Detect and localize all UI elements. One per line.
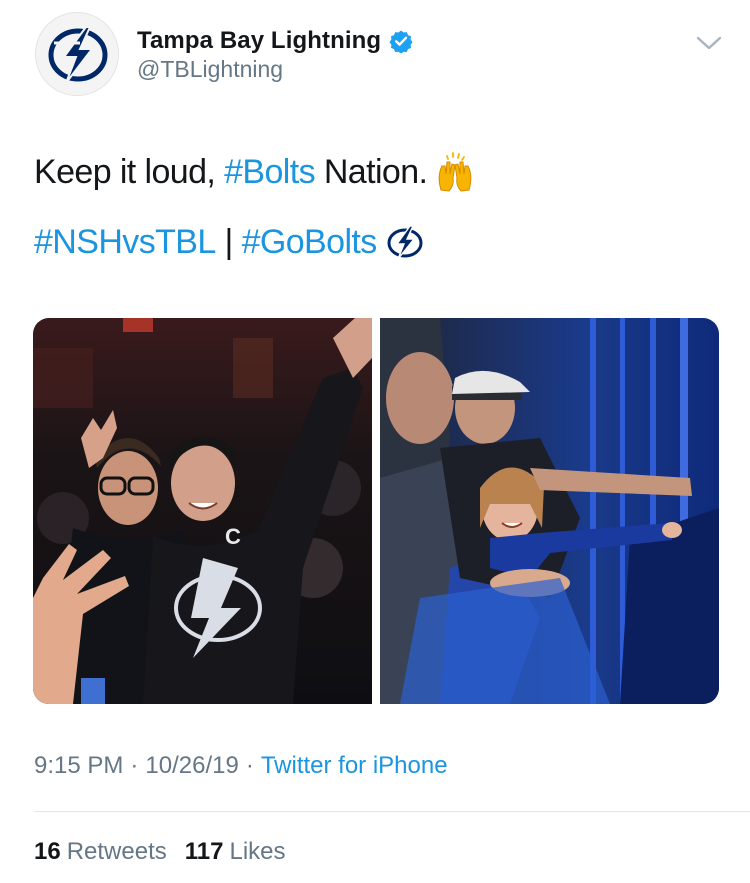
- user-handle[interactable]: @TBLightning: [137, 56, 283, 83]
- display-name[interactable]: Tampa Bay Lightning: [137, 27, 381, 55]
- tweet-media[interactable]: C: [33, 318, 719, 704]
- lightning-logo-icon: [36, 13, 118, 95]
- tweet-text-line1: Keep it loud, #Bolts Nation.: [34, 150, 477, 194]
- tweet-date[interactable]: 10/26/19: [145, 752, 238, 780]
- hashtag-bolts[interactable]: #Bolts: [224, 150, 316, 194]
- photo-icon: [380, 318, 719, 704]
- likes-count[interactable]: 117: [185, 838, 224, 866]
- tweet-time[interactable]: 9:15 PM: [34, 752, 123, 780]
- name-row: Tampa Bay Lightning: [137, 24, 413, 58]
- hashtag-gobolts[interactable]: #GoBolts: [242, 220, 378, 264]
- meta-separator: ·: [245, 752, 254, 779]
- chevron-down-icon[interactable]: [694, 28, 724, 58]
- tweet-text-segment: Keep it loud,: [34, 153, 225, 191]
- likes-label[interactable]: Likes: [229, 838, 285, 866]
- retweets-label[interactable]: Retweets: [67, 838, 167, 866]
- svg-text:C: C: [225, 524, 241, 549]
- photo-icon: C: [33, 318, 372, 704]
- meta-separator: ·: [130, 752, 139, 779]
- tweet-text-segment: Nation.: [314, 153, 428, 191]
- raising-hands-icon: [439, 152, 472, 192]
- tweet-text-line2: #NSHvsTBL | #GoBolts: [34, 220, 425, 264]
- tweet-header: Tampa Bay Lightning @TBLightning: [0, 0, 750, 110]
- fans-photo-left[interactable]: C: [33, 318, 372, 704]
- divider: [34, 811, 750, 812]
- tweet-meta: 9:15 PM · 10/26/19 · Twitter for iPhone: [34, 752, 448, 780]
- verified-badge-icon: [389, 30, 413, 53]
- tweet-source-link[interactable]: Twitter for iPhone: [261, 752, 448, 780]
- bolt-hashflag-icon: [387, 225, 423, 260]
- fans-photo-right[interactable]: [380, 318, 719, 704]
- retweets-count[interactable]: 16: [34, 838, 61, 866]
- tweet-stats: 16 Retweets 117 Likes: [34, 838, 286, 866]
- hashtag-nshvstbl[interactable]: #NSHvsTBL: [34, 220, 216, 264]
- photo-gap: [372, 318, 380, 704]
- avatar[interactable]: [35, 12, 119, 96]
- hashtag-separator: |: [215, 223, 242, 261]
